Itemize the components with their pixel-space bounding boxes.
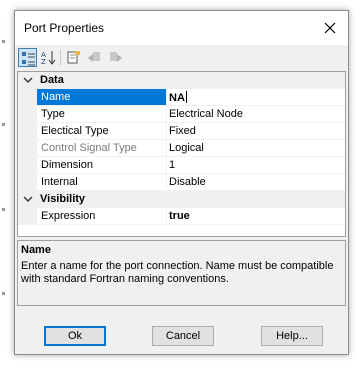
close-icon xyxy=(324,22,336,34)
property-name: Type xyxy=(37,106,167,123)
background-window-edge xyxy=(0,0,14,369)
ok-button[interactable]: Ok xyxy=(44,326,106,346)
categorized-view-button[interactable] xyxy=(18,48,37,67)
property-value: NA xyxy=(169,92,185,104)
text-caret xyxy=(185,91,187,103)
property-pages-button[interactable] xyxy=(64,48,83,67)
categorized-icon xyxy=(22,52,35,66)
row-margin xyxy=(18,157,37,174)
background-dot xyxy=(2,292,5,295)
property-row-name[interactable]: Name NA xyxy=(18,89,345,106)
svg-text:Z: Z xyxy=(41,58,46,65)
back-arrow-icon xyxy=(88,52,100,62)
row-margin xyxy=(18,123,37,140)
row-margin xyxy=(18,208,37,225)
row-margin xyxy=(18,89,37,106)
property-row-expression[interactable]: Expression true xyxy=(18,208,345,225)
back-button[interactable] xyxy=(85,48,104,67)
property-row-electical-type[interactable]: Electical Type Fixed xyxy=(18,123,345,140)
chevron-down-icon xyxy=(23,196,33,202)
property-value[interactable]: Disable xyxy=(168,174,345,191)
row-margin xyxy=(18,174,37,191)
property-value[interactable]: Electrical Node xyxy=(168,106,345,123)
category-label: Data xyxy=(40,74,64,86)
property-value[interactable]: true xyxy=(168,208,345,225)
property-grid: Data Name NA Type Electrical Node Electi… xyxy=(17,71,346,237)
background-dot xyxy=(2,208,5,211)
cancel-button[interactable]: Cancel xyxy=(152,326,214,346)
help-pane: Name Enter a name for the port connectio… xyxy=(17,240,346,306)
background-dot xyxy=(2,40,5,43)
title-bar: Port Properties xyxy=(15,11,348,45)
close-button[interactable] xyxy=(318,16,342,40)
help-title: Name xyxy=(21,244,51,256)
background-dot xyxy=(2,123,5,126)
property-name: Dimension xyxy=(37,157,167,174)
property-name: Internal xyxy=(37,174,167,191)
dialog-title: Port Properties xyxy=(24,21,105,35)
help-description: Enter a name for the port connection. Na… xyxy=(21,260,334,285)
row-margin xyxy=(18,106,37,123)
row-margin xyxy=(18,140,37,157)
toolbar: A Z xyxy=(15,45,348,70)
forward-arrow-icon xyxy=(110,52,122,62)
chevron-down-icon xyxy=(23,77,33,83)
property-value[interactable]: 1 xyxy=(168,157,345,174)
property-name: Expression xyxy=(37,208,167,225)
property-value: Logical xyxy=(168,140,345,157)
property-row-internal[interactable]: Internal Disable xyxy=(18,174,345,191)
sort-az-icon: A Z xyxy=(41,51,56,65)
port-properties-dialog: Port Properties A Z Data Name NA Type El… xyxy=(14,10,349,355)
property-name: Electical Type xyxy=(37,123,167,140)
category-label: Visibility xyxy=(40,193,86,205)
category-data[interactable]: Data xyxy=(18,72,345,89)
property-row-dimension[interactable]: Dimension 1 xyxy=(18,157,345,174)
property-value[interactable]: Fixed xyxy=(168,123,345,140)
property-pages-icon xyxy=(67,51,80,64)
forward-button[interactable] xyxy=(106,48,125,67)
help-button[interactable]: Help... xyxy=(261,326,323,346)
property-name: Name xyxy=(37,89,167,106)
category-visibility[interactable]: Visibility xyxy=(18,191,345,208)
property-value-editor[interactable]: NA xyxy=(168,89,345,106)
alphabetical-view-button[interactable]: A Z xyxy=(39,48,58,67)
property-row-type[interactable]: Type Electrical Node xyxy=(18,106,345,123)
property-name: Control Signal Type xyxy=(37,140,167,157)
toolbar-separator xyxy=(60,50,61,65)
property-row-control-signal-type[interactable]: Control Signal Type Logical xyxy=(18,140,345,157)
